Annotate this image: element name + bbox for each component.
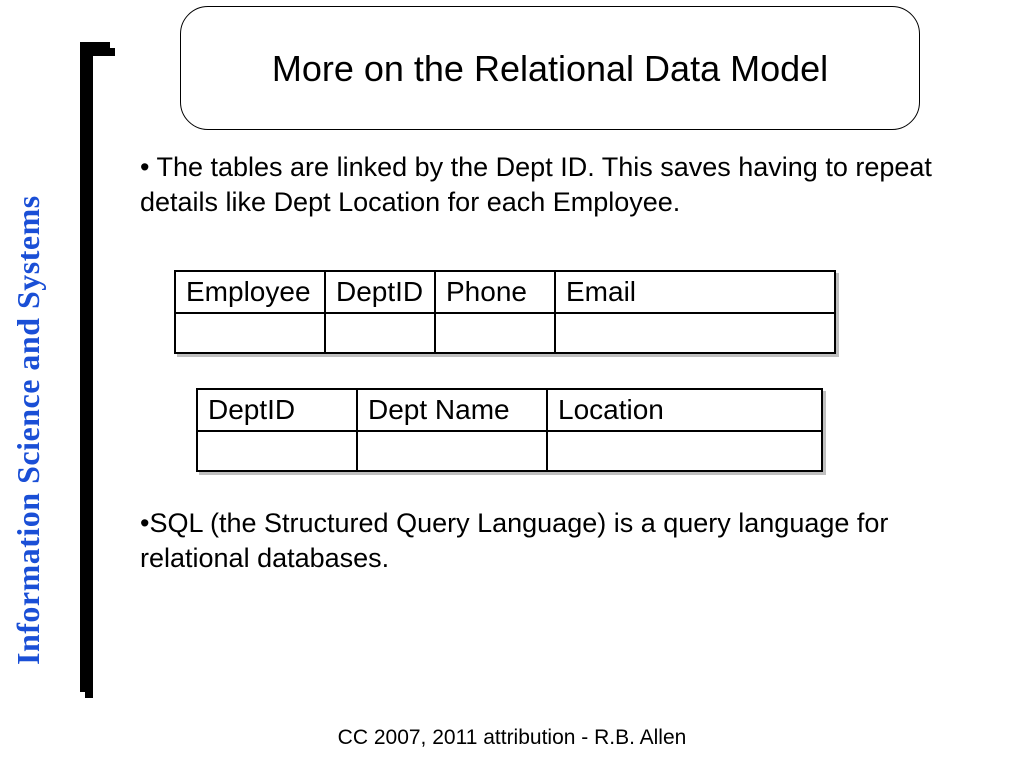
table-cell	[175, 313, 325, 353]
table-row	[175, 313, 835, 353]
table-cell	[547, 431, 822, 471]
decorative-bracket	[80, 42, 110, 692]
table-cell	[435, 313, 555, 353]
table-cell	[197, 431, 357, 471]
footer-attribution: CC 2007, 2011 attribution - R.B. Allen	[0, 726, 1024, 750]
slide-title-box: More on the Relational Data Model	[180, 6, 920, 130]
table-row: DeptID Dept Name Location	[197, 389, 822, 431]
slide-body: • The tables are linked by the Dept ID. …	[140, 150, 940, 576]
table-row	[197, 431, 822, 471]
col-header: Employee	[175, 271, 325, 313]
dept-table: DeptID Dept Name Location	[196, 388, 823, 472]
table-row: Employee DeptID Phone Email	[175, 271, 835, 313]
employee-table: Employee DeptID Phone Email	[174, 270, 836, 354]
dept-table-wrap: DeptID Dept Name Location	[196, 388, 940, 472]
col-header: Email	[555, 271, 835, 313]
bullet-text-1: • The tables are linked by the Dept ID. …	[140, 150, 940, 220]
employee-table-wrap: Employee DeptID Phone Email	[174, 270, 940, 354]
col-header: Phone	[435, 271, 555, 313]
table-cell	[325, 313, 435, 353]
sidebar-vertical-text: Information Science and Systems	[10, 195, 47, 665]
table-cell	[555, 313, 835, 353]
col-header: Location	[547, 389, 822, 431]
table-cell	[357, 431, 547, 471]
slide-title: More on the Relational Data Model	[272, 46, 828, 91]
col-header: DeptID	[325, 271, 435, 313]
col-header: DeptID	[197, 389, 357, 431]
bullet-text-2: •SQL (the Structured Query Language) is …	[140, 506, 940, 576]
col-header: Dept Name	[357, 389, 547, 431]
